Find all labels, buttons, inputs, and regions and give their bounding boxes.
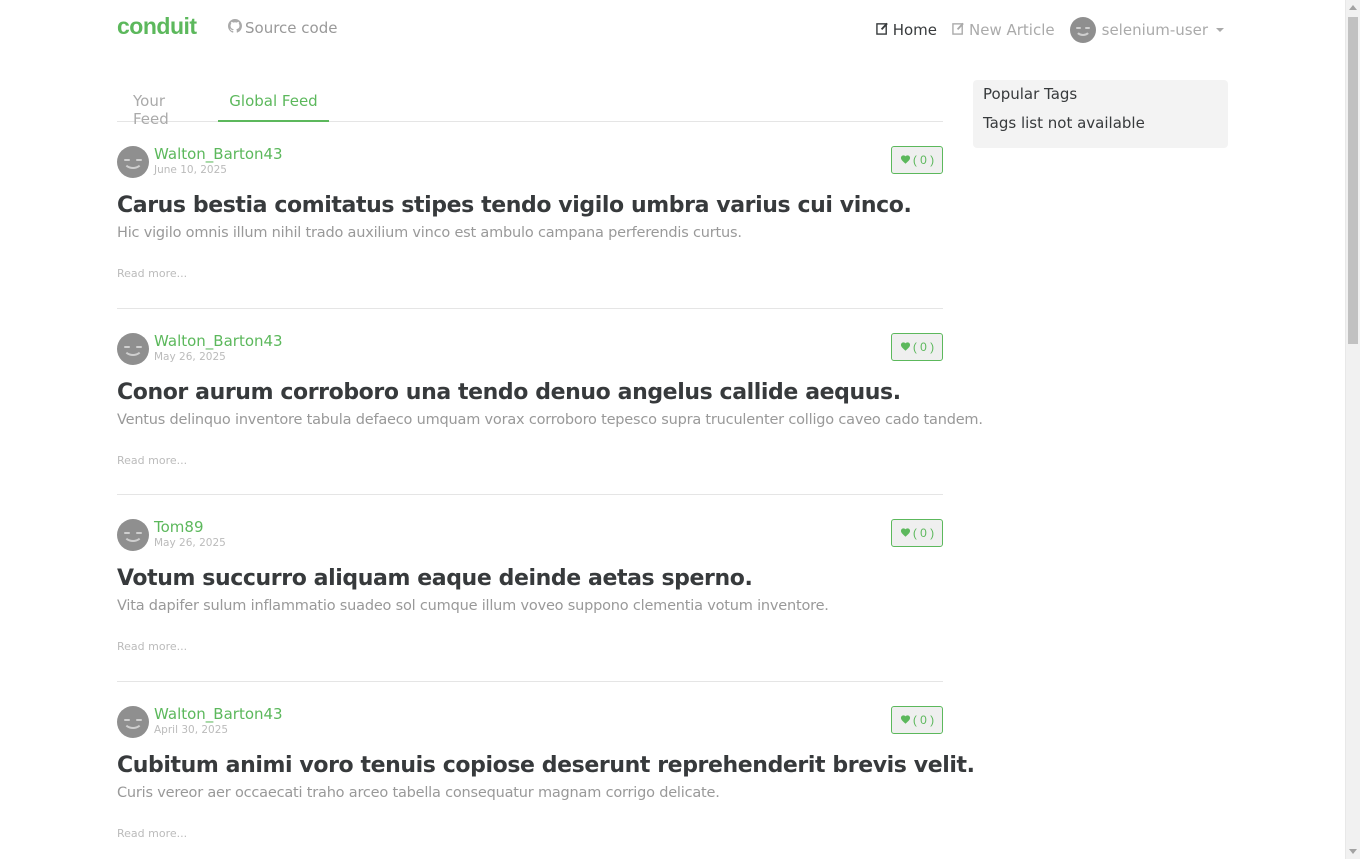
favorite-count: ( 0 ) [912, 153, 935, 167]
article-title[interactable]: Carus bestia comitatus stipes tendo vigi… [117, 193, 912, 218]
source-code-label: Source code [245, 19, 338, 37]
vertical-scrollbar[interactable] [1345, 0, 1360, 859]
author-link[interactable]: Tom89 [154, 518, 204, 536]
author-link[interactable]: Walton_Barton43 [154, 705, 283, 723]
article-preview: Tom89 May 26, 2025 ( 0 ) Votum succurro … [117, 495, 943, 682]
favorite-count: ( 0 ) [912, 339, 935, 354]
read-more-link[interactable]: Read more... [117, 454, 187, 467]
popular-tags-sidebar: Popular Tags Tags list not available [973, 80, 1228, 148]
nav-right: Home New Article selenium-user [875, 17, 1224, 43]
nav-home-link[interactable]: Home [875, 21, 938, 39]
tags-empty-message: Tags list not available [983, 114, 1145, 132]
navbar: conduit Source code Home New Article sel [0, 0, 1345, 56]
username-label: selenium-user [1101, 21, 1208, 39]
popular-tags-heading: Popular Tags [983, 85, 1078, 103]
read-more-link[interactable]: Read more... [117, 267, 187, 280]
edit-icon [875, 21, 889, 39]
nav-home-label: Home [892, 21, 938, 39]
heart-icon [900, 526, 911, 540]
article-date: May 26, 2025 [154, 350, 226, 363]
favorite-count: ( 0 ) [912, 526, 935, 540]
article-list: Walton_Barton43 June 10, 2025 ( 0 ) Caru… [117, 122, 983, 859]
author-avatar[interactable] [117, 519, 149, 551]
tab-global-feed[interactable]: Global Feed [218, 80, 329, 122]
nav-new-article-label: New Article [969, 21, 1055, 39]
source-code-link[interactable]: Source code [228, 19, 337, 37]
article-date: April 30, 2025 [154, 723, 229, 736]
brand-logo[interactable]: conduit [117, 13, 197, 40]
author-link[interactable]: Walton_Barton43 [154, 332, 283, 350]
read-more-link[interactable]: Read more... [117, 827, 187, 840]
article-preview: Walton_Barton43 May 26, 2025 ( 0 ) Conor… [117, 309, 983, 495]
heart-icon [900, 340, 911, 354]
feed-tabs: Your Feed Global Feed [117, 80, 943, 128]
compose-icon [952, 21, 965, 39]
article-title[interactable]: Conor aurum corroboro una tendo denuo an… [117, 380, 901, 405]
article-feed: Your Feed Global Feed Walton_Barton43 Ju… [117, 80, 983, 859]
favorite-button[interactable]: ( 0 ) [891, 705, 943, 734]
user-menu-toggle[interactable]: selenium-user [1069, 17, 1224, 43]
favorite-button[interactable]: ( 0 ) [891, 332, 943, 361]
article-description: Hic vigilo omnis illum nihil trado auxil… [117, 225, 742, 241]
favorite-button[interactable]: ( 0 ) [891, 519, 943, 547]
article-title[interactable]: Cubitum animi voro tenuis copiose deseru… [117, 753, 975, 778]
heart-icon [900, 153, 911, 167]
article-date: May 26, 2025 [154, 537, 226, 549]
heart-icon [900, 713, 911, 727]
article-preview: Walton_Barton43 June 10, 2025 ( 0 ) Caru… [117, 122, 943, 309]
article-title[interactable]: Votum succurro aliquam eaque deinde aeta… [117, 566, 753, 591]
favorite-button[interactable]: ( 0 ) [891, 146, 943, 174]
caret-down-icon [1216, 28, 1224, 32]
scroll-down-arrow-icon[interactable] [1349, 849, 1357, 854]
article-preview: Walton_Barton43 April 30, 2025 ( 0 ) Cub… [117, 682, 975, 859]
author-avatar[interactable] [117, 146, 149, 178]
github-icon [228, 19, 242, 37]
nav-new-article-link[interactable]: New Article [952, 21, 1055, 39]
author-avatar[interactable] [117, 705, 149, 738]
tab-your-feed[interactable]: Your Feed [133, 80, 201, 128]
favorite-count: ( 0 ) [912, 712, 935, 727]
article-date: June 10, 2025 [154, 164, 227, 176]
article-description: Vita dapifer sulum inflammatio suadeo so… [117, 598, 829, 614]
author-link[interactable]: Walton_Barton43 [154, 145, 283, 163]
article-description: Curis vereor aer occaecati traho arceo t… [117, 784, 720, 801]
scrollbar-thumb[interactable] [1348, 17, 1358, 344]
author-avatar[interactable] [117, 332, 149, 365]
article-description: Ventus delinquo inventore tabula defaeco… [117, 411, 983, 428]
scroll-up-arrow-icon[interactable] [1349, 5, 1357, 10]
read-more-link[interactable]: Read more... [117, 640, 187, 653]
user-avatar [1069, 17, 1096, 43]
